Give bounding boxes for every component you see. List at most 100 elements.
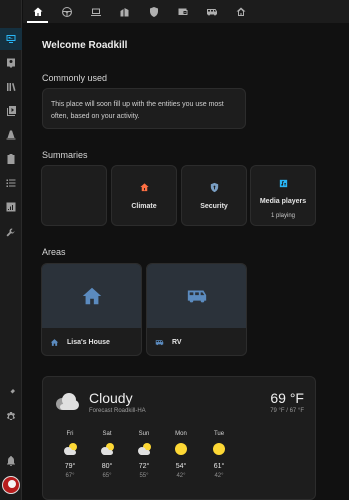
- sidebar-item-clipboard[interactable]: [0, 148, 22, 170]
- sidebar-item-wrench[interactable]: [0, 222, 22, 244]
- sidebar-item-todo[interactable]: [0, 172, 22, 194]
- sidebar-item-logbook[interactable]: [0, 76, 22, 98]
- weather-card[interactable]: Cloudy Forecast Roadkill-HA 69 °F 79 °F …: [42, 376, 316, 500]
- clipboard-icon: [7, 154, 15, 164]
- area-card-lisas-house[interactable]: Lisa's House: [41, 263, 142, 356]
- forecast-low: 67°: [65, 473, 75, 479]
- sidebar: [0, 0, 22, 500]
- weather-condition: Cloudy: [89, 390, 133, 406]
- summaries-title: Summaries: [42, 150, 88, 160]
- sunny-icon: [175, 443, 187, 455]
- avatar[interactable]: [2, 476, 20, 494]
- sidebar-item-history[interactable]: [0, 196, 22, 218]
- forecast-day: Fri 79° 67°: [55, 431, 85, 479]
- commonly-used-title: Commonly used: [42, 73, 108, 83]
- forecast-low: 42°: [214, 473, 224, 479]
- sidebar-item-energy[interactable]: [0, 124, 22, 146]
- map-person-icon: [7, 58, 15, 68]
- forecast-low: 65°: [102, 473, 112, 479]
- house-icon: [50, 339, 59, 346]
- area-picture: [42, 264, 141, 328]
- forecast-low: 55°: [139, 473, 149, 479]
- summary-tile-media-players[interactable]: Media players 1 playing: [250, 165, 316, 226]
- tab-computer[interactable]: [81, 0, 110, 23]
- sidebar-item-map[interactable]: [0, 52, 22, 74]
- forecast-day: Sat 80° 65°: [92, 431, 122, 479]
- notifications-bell-icon: [7, 456, 15, 466]
- dashboard: Welcome Roadkill Commonly used This plac…: [22, 23, 349, 500]
- forecast-day-name: Sat: [102, 431, 112, 437]
- wrench-icon: [6, 228, 15, 237]
- developer-tools-icon: [7, 389, 15, 397]
- forecast-day-name: Tue: [213, 431, 225, 437]
- rv-icon: [187, 290, 206, 303]
- shield-icon: [149, 6, 158, 17]
- forecast-low: 42°: [176, 473, 186, 479]
- sidebar-item-settings[interactable]: [0, 406, 22, 428]
- summary-tile-climate[interactable]: Climate: [111, 165, 177, 226]
- tab-buildings[interactable]: [110, 0, 139, 23]
- house-icon: [82, 287, 101, 305]
- logbook-icon: [7, 83, 16, 91]
- area-name: Lisa's House: [67, 339, 110, 346]
- forecast-day-name: Sun: [138, 431, 150, 437]
- partly-cloudy-icon: [101, 443, 114, 455]
- tab-vehicle[interactable]: [52, 0, 81, 23]
- media-icon: [7, 106, 16, 116]
- area-card-rv[interactable]: RV: [146, 263, 247, 356]
- buildings-icon: [120, 7, 128, 16]
- forecast-day: Mon 54° 42°: [166, 431, 196, 479]
- partly-cloudy-icon: [64, 443, 77, 455]
- forecast-high: 61°: [213, 463, 225, 470]
- house-outline-icon: [236, 7, 245, 16]
- forecast-day-name: Fri: [66, 431, 74, 437]
- climate-house-icon: [139, 183, 149, 192]
- shield-icon: [210, 182, 218, 193]
- forecast-high: 80°: [101, 463, 113, 470]
- media-player-icon: [279, 179, 287, 188]
- energy-cone-icon: [6, 130, 16, 140]
- home-icon: [33, 7, 42, 16]
- overview-icon: [6, 35, 16, 43]
- sunny-icon: [213, 443, 225, 455]
- summary-tile-empty[interactable]: [41, 165, 107, 226]
- wallet-icon: [178, 8, 187, 15]
- summary-tile-security[interactable]: Security: [181, 165, 247, 226]
- tab-wallet[interactable]: [168, 0, 197, 23]
- view-tabs: [23, 0, 349, 23]
- sidebar-item-notifications[interactable]: [0, 450, 22, 472]
- weather-forecast-label: Forecast Roadkill-HA: [89, 408, 146, 414]
- forecast-day: Tue 61° 42°: [204, 431, 234, 479]
- forecast-day: Sun 72° 55°: [129, 431, 159, 479]
- page-title: Welcome Roadkill: [42, 40, 128, 51]
- cloudy-icon: [56, 393, 79, 410]
- sidebar-item-overview[interactable]: [0, 28, 22, 50]
- area-name: RV: [172, 339, 182, 346]
- commonly-used-card: This place will soon fill up with the en…: [42, 88, 246, 129]
- forecast-high: 54°: [175, 463, 187, 470]
- laptop-icon: [90, 8, 101, 16]
- summary-label-security: Security: [200, 203, 228, 210]
- todo-list-icon: [6, 179, 16, 187]
- steering-wheel-icon: [61, 6, 72, 17]
- summary-label-climate: Climate: [131, 203, 157, 210]
- forecast-day-name: Mon: [175, 431, 187, 437]
- forecast-high: 79°: [64, 463, 76, 470]
- rv-icon: [206, 8, 217, 15]
- summary-sub-media-players: 1 playing: [270, 213, 296, 219]
- tab-home[interactable]: [23, 0, 52, 23]
- rv-icon: [155, 340, 164, 346]
- area-picture: [147, 264, 246, 328]
- forecast-high: 72°: [138, 463, 150, 470]
- partly-cloudy-icon: [138, 443, 151, 455]
- summary-label-media-players: Media players: [259, 198, 307, 205]
- weather-temperature: 69 °F: [270, 390, 304, 406]
- sidebar-item-developer-tools[interactable]: [0, 382, 22, 404]
- weather-hi-lo: 79 °F / 67 °F: [270, 408, 304, 414]
- commonly-used-text: This place will soon fill up with the en…: [51, 101, 224, 120]
- tab-security[interactable]: [139, 0, 168, 23]
- history-chart-icon: [6, 202, 16, 212]
- sidebar-item-media[interactable]: [0, 100, 22, 122]
- tab-house[interactable]: [226, 0, 255, 23]
- tab-rv[interactable]: [197, 0, 226, 23]
